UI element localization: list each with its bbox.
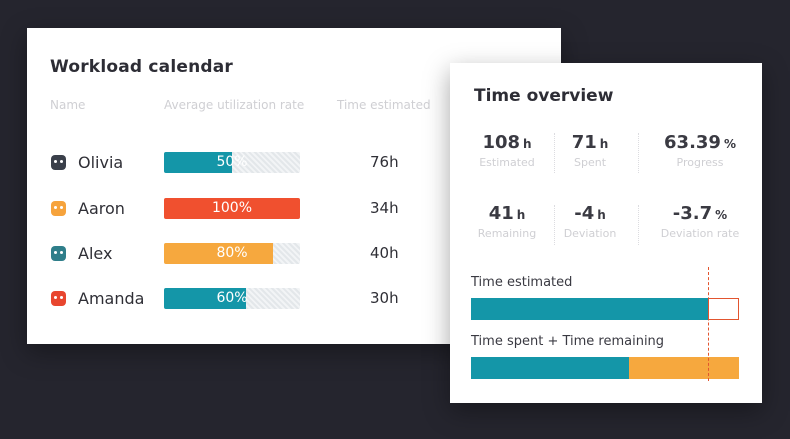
stat-remaining: 41 h Remaining bbox=[462, 203, 552, 240]
stat-unit: h bbox=[523, 137, 532, 151]
avatar-olivia-icon bbox=[51, 155, 66, 170]
stat-value: -3.7 bbox=[672, 203, 713, 224]
member-name: Alex bbox=[78, 244, 113, 263]
time-overview-card: Time overview 108 h Estimated 71 h Spent 6… bbox=[450, 63, 762, 403]
member-name: Olivia bbox=[78, 153, 124, 172]
stat-deviation: -4 h Deviation bbox=[545, 203, 635, 240]
column-header-name: Name bbox=[50, 98, 86, 112]
stat-divider bbox=[554, 205, 555, 245]
stat-value: -4 bbox=[574, 203, 595, 224]
member-name: Amanda bbox=[78, 289, 145, 308]
stat-value: 71 bbox=[571, 132, 597, 153]
utilization-label: 100% bbox=[211, 200, 253, 216]
column-header-time-estimated: Time estimated bbox=[337, 98, 431, 112]
stat-label: Spent bbox=[573, 156, 607, 169]
utilization-bar: 80% bbox=[164, 243, 300, 264]
stat-divider bbox=[638, 205, 639, 245]
stat-unit: h bbox=[516, 208, 526, 222]
utilization-label: 50% bbox=[216, 154, 248, 170]
overview-title: Time overview bbox=[474, 86, 614, 106]
stat-label: Estimated bbox=[479, 156, 535, 169]
stat-progress: 63.39% Progress bbox=[650, 132, 750, 169]
stat-divider bbox=[638, 133, 639, 173]
avatar-alex-icon bbox=[51, 246, 66, 261]
utilization-bar: 50% bbox=[164, 152, 300, 173]
stat-spent: 71 h Spent bbox=[545, 132, 635, 169]
stat-deviation-rate: -3.7% Deviation rate bbox=[650, 203, 750, 240]
utilization-label: 80% bbox=[216, 245, 248, 261]
stat-unit: % bbox=[723, 137, 736, 151]
utilization-label: 60% bbox=[216, 290, 248, 306]
stat-estimated: 108 h Estimated bbox=[462, 132, 552, 169]
time-spent-fill bbox=[471, 357, 629, 379]
stat-value: 63.39 bbox=[664, 132, 721, 153]
utilization-bar: 60% bbox=[164, 288, 300, 309]
avatar-aaron-icon bbox=[51, 201, 66, 216]
time-estimated-label: Time estimated bbox=[471, 275, 573, 290]
time-estimated-overflow bbox=[708, 298, 739, 320]
time-estimated-value: 40h bbox=[370, 244, 399, 262]
time-spent-remaining-label: Time spent + Time remaining bbox=[471, 334, 665, 349]
stat-value: 108 bbox=[482, 132, 521, 153]
stat-label: Deviation bbox=[563, 227, 617, 240]
time-estimated-value: 34h bbox=[370, 199, 399, 217]
time-remaining-fill bbox=[629, 357, 739, 379]
avatar-amanda-icon bbox=[51, 291, 66, 306]
time-estimated-fill bbox=[471, 298, 708, 320]
stat-unit: h bbox=[599, 137, 609, 151]
deviation-marker bbox=[708, 267, 709, 381]
stat-unit: h bbox=[597, 208, 606, 222]
time-estimated-bar bbox=[471, 298, 739, 320]
time-estimated-value: 30h bbox=[370, 289, 399, 307]
stat-unit: % bbox=[715, 208, 728, 222]
stat-label: Remaining bbox=[477, 227, 537, 240]
stat-value: 41 bbox=[488, 203, 514, 224]
workload-title: Workload calendar bbox=[50, 57, 234, 77]
time-spent-remaining-bar bbox=[471, 357, 739, 379]
stat-label: Progress bbox=[676, 156, 724, 169]
member-name: Aaron bbox=[78, 199, 125, 218]
stat-divider bbox=[554, 133, 555, 173]
utilization-bar: 100% bbox=[164, 198, 300, 219]
stat-label: Deviation rate bbox=[660, 227, 740, 240]
time-estimated-value: 76h bbox=[370, 153, 399, 171]
column-header-utilization: Average utilization rate bbox=[164, 98, 305, 112]
